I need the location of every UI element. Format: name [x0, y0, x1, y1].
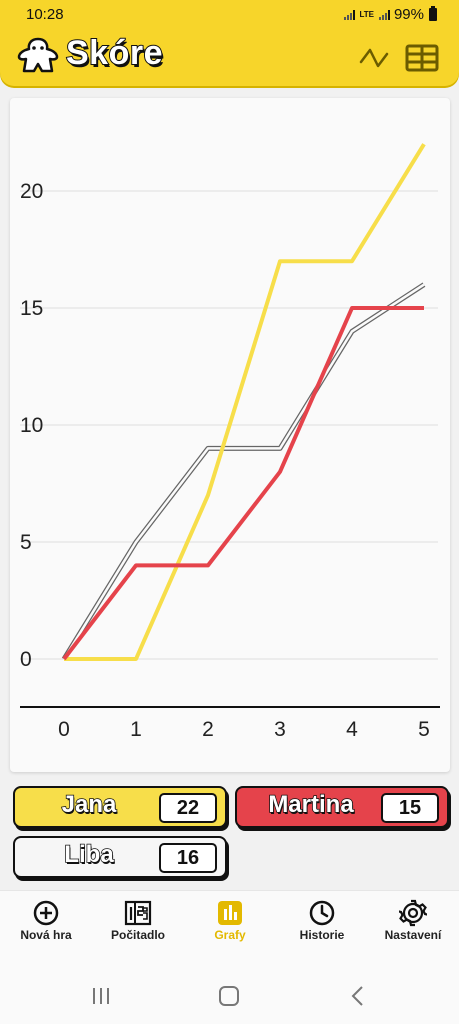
line-chart-icon[interactable] — [356, 40, 392, 76]
player-chip-martina[interactable]: Martina 15 — [235, 786, 449, 828]
page-title: Skóre — [65, 33, 164, 73]
series-line-jana — [64, 143, 426, 661]
battery-percent: 99% — [393, 6, 424, 23]
signal-icon — [344, 9, 356, 20]
nav-label: Počitadlo — [110, 928, 165, 942]
x-tick-label: 4 — [346, 718, 358, 741]
score-line-chart: 0 5 10 15 20 0 1 2 3 4 5 — [20, 143, 440, 741]
nav-label: Nová hra — [20, 928, 72, 942]
y-tick-label: 20 — [20, 180, 43, 203]
player-name: Liba — [64, 840, 115, 869]
recents-icon[interactable] — [86, 982, 116, 1010]
plus-circle-icon — [33, 900, 59, 926]
status-time: 10:28 — [26, 6, 64, 23]
x-tick-label: 5 — [418, 718, 430, 741]
nav-item-settings[interactable]: Nastavení — [367, 891, 459, 967]
player-chip-liba[interactable]: Liba 16 — [13, 836, 227, 878]
bottom-navigation: Nová hra Počitadlo Grafy Historie Nastav… — [0, 890, 459, 967]
meeple-logo-icon — [17, 37, 59, 73]
gear-icon — [399, 899, 427, 927]
player-name: Martina — [268, 790, 355, 819]
app-header: Skóre — [0, 30, 459, 86]
y-tick-label: 5 — [20, 531, 32, 554]
player-score: 16 — [159, 843, 217, 873]
bar-chart-icon — [218, 901, 242, 925]
x-tick-label: 1 — [130, 718, 142, 741]
nav-label: Historie — [299, 928, 345, 942]
status-icons: LTE 99% — [344, 6, 437, 23]
clock-icon — [309, 900, 335, 926]
x-tick-label: 3 — [274, 718, 286, 741]
chart-card: 0 5 10 15 20 0 1 2 3 4 5 — [10, 98, 450, 772]
nav-label: Grafy — [214, 928, 246, 942]
y-tick-label: 0 — [20, 648, 32, 671]
player-score: 22 — [159, 793, 217, 823]
x-tick-label: 2 — [202, 718, 214, 741]
status-bar: 10:28 LTE 99% — [0, 0, 459, 30]
y-tick-label: 15 — [20, 297, 43, 320]
nav-item-charts[interactable]: Grafy — [184, 891, 276, 967]
series-line-outline — [61, 282, 426, 661]
battery-icon — [429, 6, 437, 21]
nav-item-history[interactable]: Historie — [276, 891, 368, 967]
system-navigation — [0, 966, 459, 1024]
player-score: 15 — [381, 793, 439, 823]
series-line-liba — [62, 283, 425, 660]
nav-item-new-game[interactable]: Nová hra — [0, 891, 92, 967]
counter-icon — [124, 900, 152, 926]
nav-label: Nastavení — [384, 928, 442, 942]
player-chip-jana[interactable]: Jana 22 — [13, 786, 227, 828]
back-icon[interactable] — [343, 982, 373, 1010]
table-icon[interactable] — [404, 40, 440, 76]
player-name: Jana — [61, 790, 117, 819]
signal-icon-2 — [378, 9, 390, 20]
nav-item-counter[interactable]: Počitadlo — [92, 891, 184, 967]
network-type: LTE — [359, 9, 374, 19]
series-line-martina — [62, 306, 424, 661]
home-icon[interactable] — [214, 982, 244, 1010]
y-tick-label: 10 — [20, 414, 43, 437]
x-tick-label: 0 — [58, 718, 70, 741]
